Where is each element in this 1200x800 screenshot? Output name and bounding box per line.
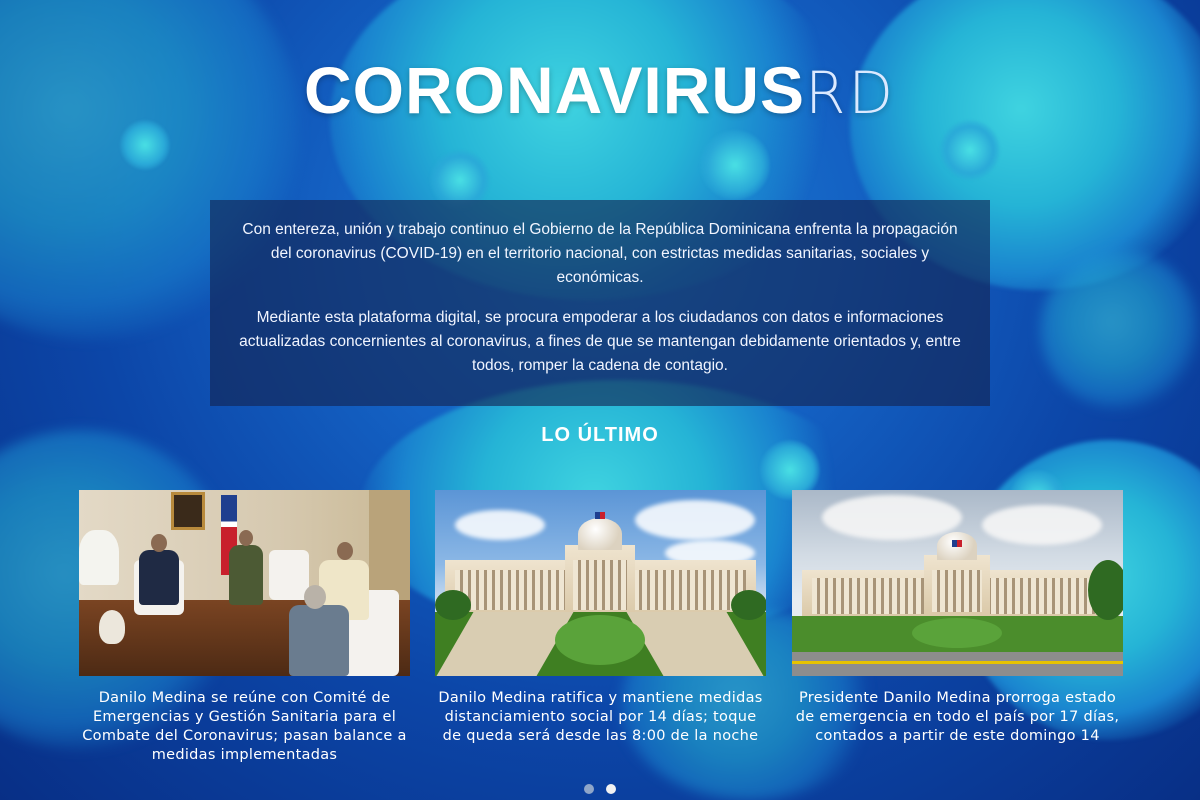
intro-paragraph-2: Mediante esta plataforma digital, se pro… — [239, 309, 961, 374]
news-card-1-caption[interactable]: Danilo Medina se reúne con Comité de Eme… — [79, 689, 410, 765]
intro-panel: Con entereza, unión y trabajo continuo e… — [210, 200, 990, 406]
latest-heading: LO ÚLTIMO — [541, 424, 659, 446]
news-card-2[interactable]: Danilo Medina ratifica y mantiene medida… — [435, 490, 766, 746]
site-title: CORONAVIRUSRD — [0, 52, 1200, 128]
carousel-dot-2[interactable] — [606, 784, 616, 794]
news-card-2-image[interactable] — [435, 490, 766, 676]
news-card-3[interactable]: Presidente Danilo Medina prorroga estado… — [792, 490, 1123, 746]
site-title-light: RD — [805, 59, 897, 127]
news-card-2-caption[interactable]: Danilo Medina ratifica y mantiene medida… — [435, 689, 766, 746]
latest-news-carousel: Danilo Medina se reúne con Comité de Eme… — [79, 490, 1123, 770]
intro-paragraph-1: Con entereza, unión y trabajo continuo e… — [242, 221, 958, 286]
news-card-1-image[interactable] — [79, 490, 410, 676]
carousel-dot-1[interactable] — [584, 784, 594, 794]
site-title-strong: CORONAVIRUS — [303, 53, 806, 127]
news-card-3-image[interactable] — [792, 490, 1123, 676]
news-card-3-caption[interactable]: Presidente Danilo Medina prorroga estado… — [792, 689, 1123, 746]
carousel-pagination — [0, 781, 1200, 799]
news-card-1[interactable]: Danilo Medina se reúne con Comité de Eme… — [79, 490, 410, 765]
